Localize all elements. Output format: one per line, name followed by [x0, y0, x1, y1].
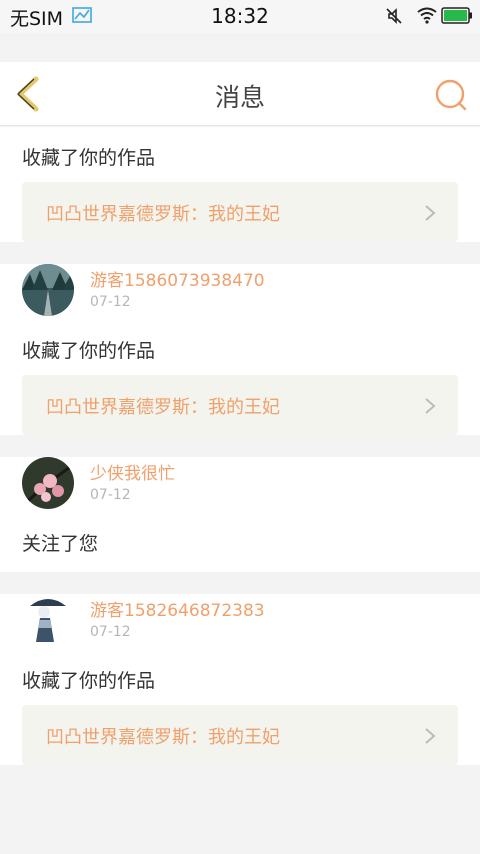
user-row[interactable]: 游客1586073938470 07-12: [22, 264, 458, 324]
list-item: 游客1586073938470 07-12 收藏了你的作品 凹凸世界嘉德罗斯：我…: [0, 264, 480, 435]
message-action: 关注了您: [22, 533, 99, 555]
page-title: 消息: [214, 83, 265, 112]
battery-icon: [441, 7, 472, 24]
username[interactable]: 游客1582646872383: [90, 596, 265, 621]
chevron-right-icon: [425, 205, 436, 221]
message-date: 07-12: [90, 294, 131, 310]
chevron-right-icon: [425, 398, 436, 414]
avatar[interactable]: [22, 264, 74, 316]
work-title: 凹凸世界嘉德罗斯：我的王妃: [46, 397, 280, 418]
status-bar: 无SIM 18:32: [0, 0, 480, 33]
message-action: 收藏了你的作品: [22, 670, 156, 692]
avatar[interactable]: [22, 594, 74, 646]
message-date: 07-12: [90, 624, 131, 640]
work-title: 凹凸世界嘉德罗斯：我的王妃: [46, 727, 280, 748]
message-date: 07-12: [90, 487, 131, 503]
message-action: 收藏了你的作品: [22, 147, 156, 169]
list-item: 少侠我很忙 07-12 关注了您: [0, 457, 480, 572]
clock: 18:32: [211, 4, 269, 28]
username[interactable]: 少侠我很忙: [90, 459, 175, 484]
username[interactable]: 游客1586073938470: [90, 266, 265, 291]
chevron-right-icon: [425, 728, 436, 744]
work-link[interactable]: 凹凸世界嘉德罗斯：我的王妃: [22, 705, 458, 765]
nav-bar: 消息: [0, 62, 480, 126]
user-row[interactable]: 少侠我很忙 07-12: [22, 457, 458, 517]
work-link[interactable]: 凹凸世界嘉德罗斯：我的王妃: [22, 182, 458, 242]
search-icon[interactable]: [434, 78, 468, 112]
list-item: 收藏了你的作品 凹凸世界嘉德罗斯：我的王妃: [0, 127, 480, 242]
mute-icon: [386, 8, 402, 24]
user-row[interactable]: 游客1582646872383 07-12: [22, 594, 458, 654]
work-title: 凹凸世界嘉德罗斯：我的王妃: [46, 204, 280, 225]
message-list: 收藏了你的作品 凹凸世界嘉德罗斯：我的王妃 游客1586073938470 07…: [0, 127, 480, 779]
wifi-icon: [417, 7, 437, 24]
work-link[interactable]: 凹凸世界嘉德罗斯：我的王妃: [22, 375, 458, 435]
message-action: 收藏了你的作品: [22, 340, 156, 362]
avatar[interactable]: [22, 457, 74, 509]
list-item: 游客1582646872383 07-12 收藏了你的作品 凹凸世界嘉德罗斯：我…: [0, 594, 480, 765]
